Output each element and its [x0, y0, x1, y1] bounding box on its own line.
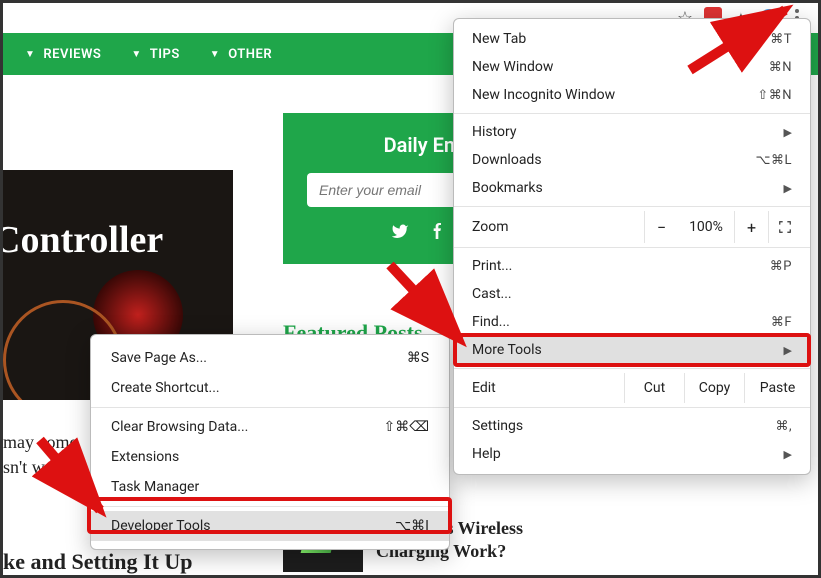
facebook-icon[interactable] [429, 223, 445, 246]
menu-zoom: Zoom − 100% + [454, 211, 810, 243]
menu-create-shortcut[interactable]: Create Shortcut... [91, 373, 449, 403]
menu-settings[interactable]: Settings ⌘, [454, 412, 810, 440]
menu-separator [454, 113, 810, 114]
chevron-right-icon: ▶ [784, 182, 792, 195]
menu-cast[interactable]: Cast... [454, 280, 810, 308]
twitter-icon[interactable] [391, 223, 409, 246]
menu-developer-tools[interactable]: Developer Tools ⌥⌘I [91, 511, 449, 541]
menu-separator [91, 506, 449, 507]
menu-print[interactable]: Print... ⌘P [454, 252, 810, 280]
edit-copy[interactable]: Copy [684, 373, 744, 403]
menu-extensions[interactable]: Extensions [91, 442, 449, 472]
menu-more-tools[interactable]: More Tools ▶ [454, 336, 810, 364]
chevron-right-icon: ▶ [784, 126, 792, 139]
more-tools-submenu: Save Page As... ⌘S Create Shortcut... Cl… [90, 334, 450, 550]
chevron-right-icon: ▶ [784, 344, 792, 357]
menu-bookmarks[interactable]: Bookmarks ▶ [454, 174, 810, 202]
menu-separator [91, 407, 449, 408]
nav-tips[interactable]: ▼TIPS [131, 47, 179, 62]
menu-find[interactable]: Find... ⌘F [454, 308, 810, 336]
menu-separator [454, 247, 810, 248]
edit-cut[interactable]: Cut [624, 373, 684, 403]
fullscreen-button[interactable] [768, 211, 800, 243]
nav-reviews[interactable]: ▼REVIEWS [25, 47, 101, 62]
zoom-out-button[interactable]: − [644, 211, 678, 243]
chevron-down-icon: ▼ [210, 49, 220, 60]
annotation-arrow [20, 430, 130, 540]
menu-separator [454, 407, 810, 408]
chevron-down-icon: ▼ [25, 49, 35, 60]
menu-separator [454, 206, 810, 207]
menu-clear-browsing-data[interactable]: Clear Browsing Data... ⇧⌘⌫ [91, 412, 449, 442]
nav-other[interactable]: ▼OTHER [210, 47, 272, 62]
menu-task-manager[interactable]: Task Manager [91, 472, 449, 502]
menu-new-incognito[interactable]: New Incognito Window ⇧⌘N [454, 81, 810, 109]
chevron-right-icon: ▶ [784, 448, 792, 461]
article-title-partial: ke and Setting It Up [3, 549, 263, 575]
chevron-down-icon: ▼ [131, 49, 141, 60]
annotation-arrow [680, 0, 820, 80]
zoom-in-button[interactable]: + [734, 211, 768, 243]
menu-edit: Edit Cut Copy Paste [454, 373, 810, 403]
menu-history[interactable]: History ▶ [454, 118, 810, 146]
menu-downloads[interactable]: Downloads ⌥⌘L [454, 146, 810, 174]
edit-paste[interactable]: Paste [744, 373, 810, 403]
hero-title: Controller [3, 218, 163, 262]
zoom-level: 100% [678, 219, 734, 235]
annotation-arrow [380, 255, 500, 365]
menu-help[interactable]: Help ▶ [454, 440, 810, 468]
menu-separator [454, 368, 810, 369]
chrome-main-menu: New Tab ⌘T New Window ⌘N New Incognito W… [453, 18, 811, 475]
